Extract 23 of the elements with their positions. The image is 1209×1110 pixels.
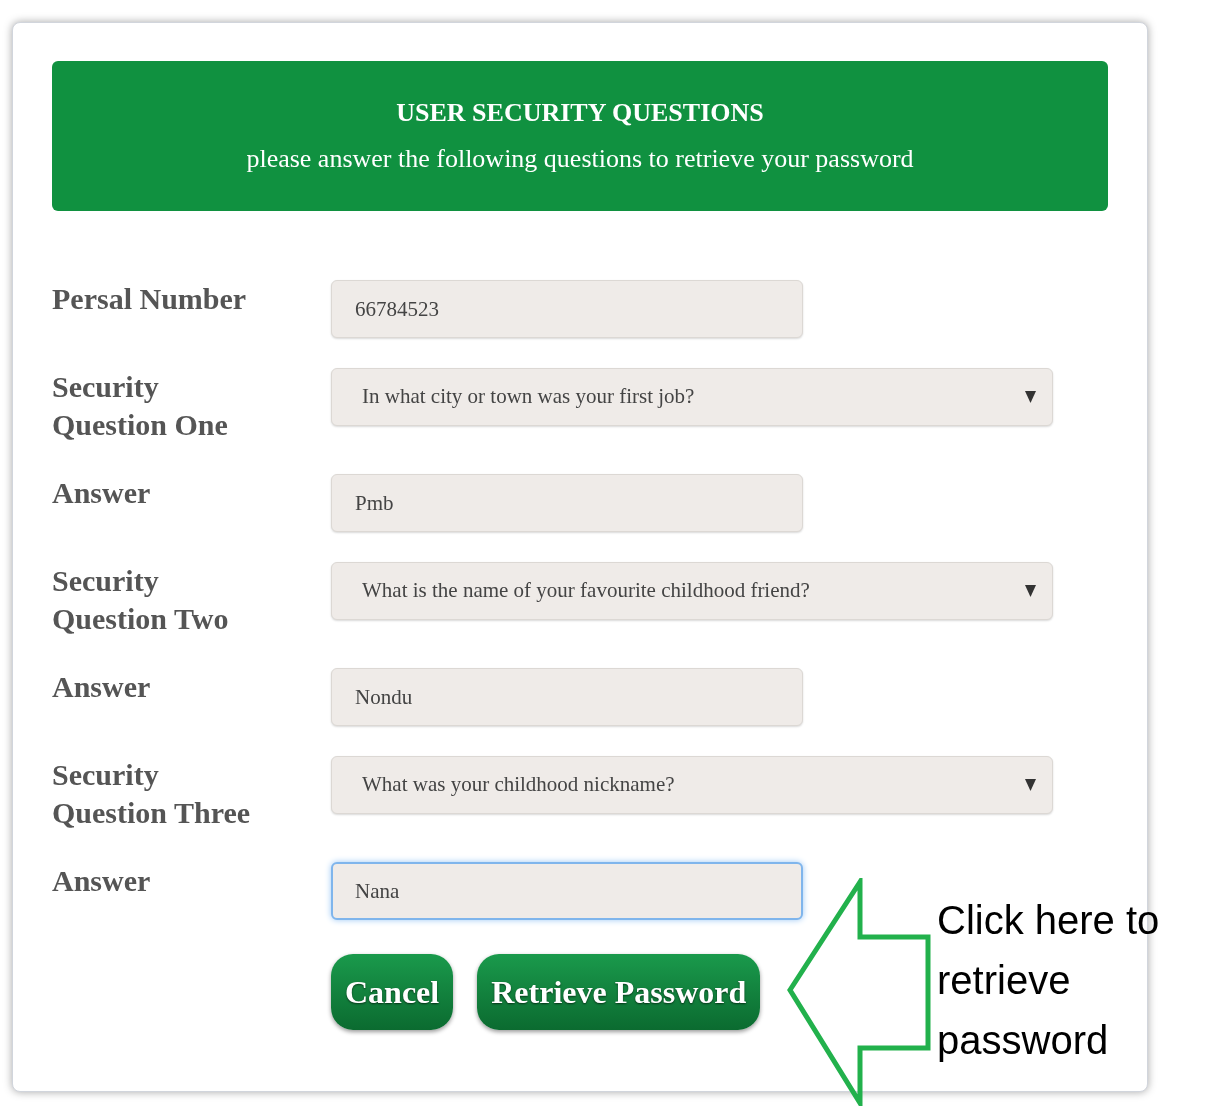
dropdown-arrow-icon [1025,585,1036,597]
question-dropdown[interactable]: What was your childhood nickname? [331,756,1053,814]
question-dropdown[interactable]: What is the name of your favourite childhood friend? [331,562,1053,620]
form-subtitle: please answer the following questions to retrieve your password [246,143,914,175]
arrow-callout-icon [786,878,932,1106]
input-field[interactable]: Nondu [331,668,803,726]
field-label: Answer [52,863,152,899]
field-label: Persal Number [52,281,248,317]
field-label: Answer [52,475,152,511]
dropdown-arrow-icon [1025,779,1036,791]
form-button[interactable]: Cancel [331,954,454,1030]
input-field[interactable]: 66784523 [331,280,803,338]
field-label: Security Question Three [52,757,252,831]
field-label: Answer [52,669,152,705]
field-label: Security Question One [52,369,229,443]
dropdown-arrow-icon [1025,391,1036,403]
question-dropdown[interactable]: In what city or town was your first job? [331,368,1053,426]
input-field[interactable]: Nana [331,862,803,920]
field-label: Security Question Two [52,563,230,637]
form-title: USER SECURITY QUESTIONS [396,96,764,129]
callout-text: Click here to retrieve password [937,897,1161,1064]
input-field[interactable]: Pmb [331,474,803,532]
form-button[interactable]: Retrieve Password [477,954,761,1030]
